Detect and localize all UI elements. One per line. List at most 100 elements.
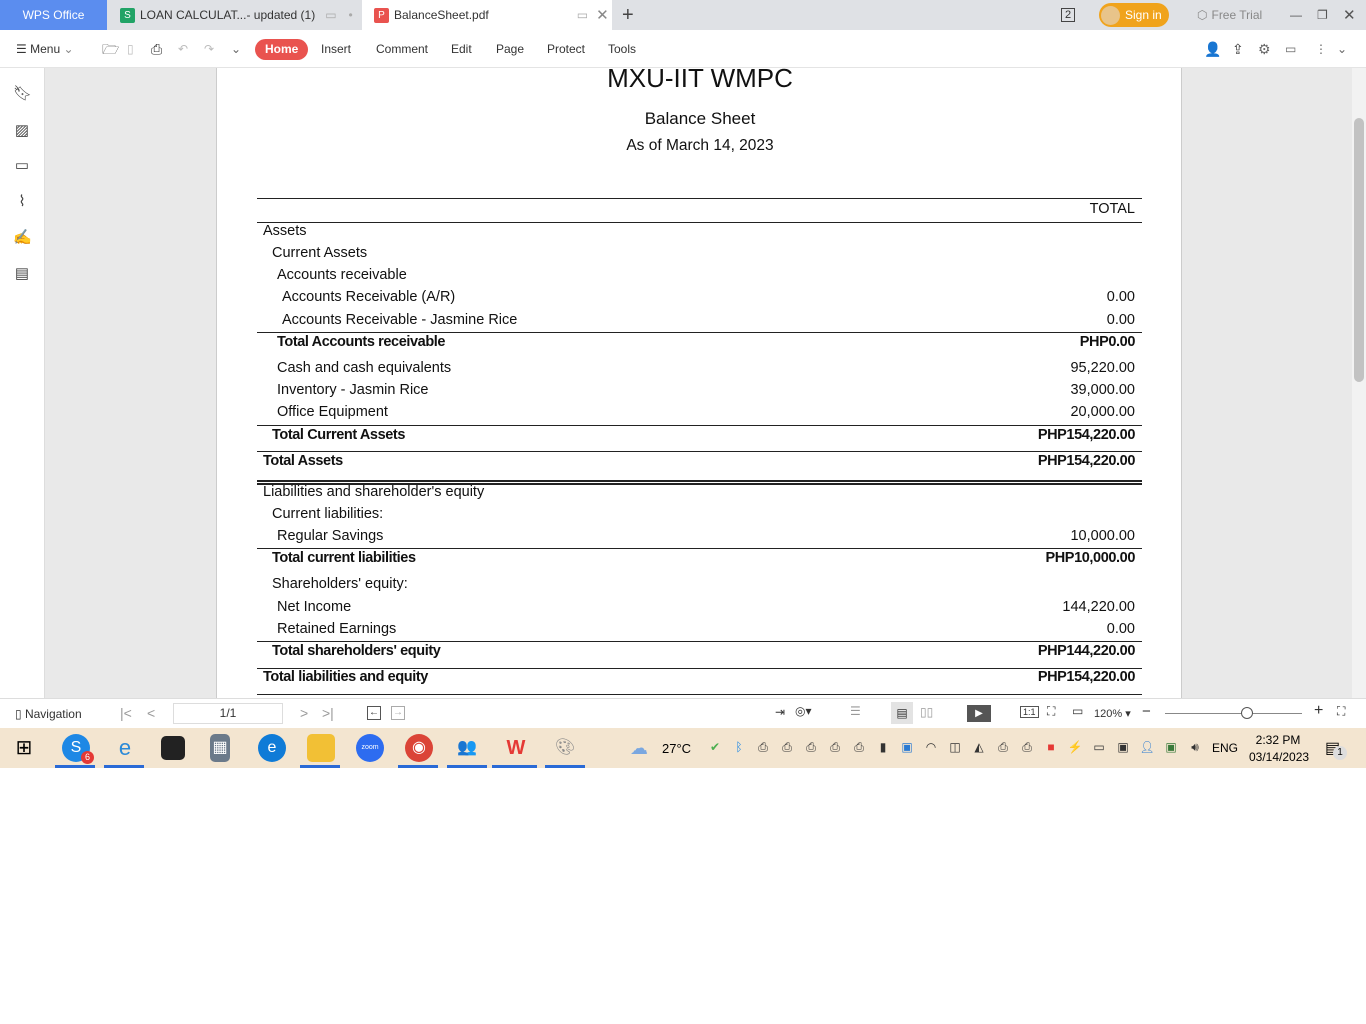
collapse-icon[interactable]: ⌄ [1337, 39, 1347, 60]
navigation-button[interactable]: ▯ Navigation [15, 707, 82, 721]
battery-icon[interactable]: ▭ [1091, 740, 1107, 756]
menu-page[interactable]: Page [496, 39, 524, 60]
menu-tools[interactable]: Tools [608, 39, 636, 60]
printer-icon[interactable]: ⎙ [827, 740, 843, 756]
comment-icon[interactable]: ▭ [13, 156, 31, 174]
scrollbar-thumb[interactable] [1354, 118, 1364, 382]
fullscreen-icon[interactable]: ⛶ [1337, 704, 1345, 719]
save-icon[interactable]: ▯ [127, 39, 134, 60]
sign-in-button[interactable]: Sign in [1099, 3, 1169, 27]
restore-button[interactable]: ❐ [1317, 0, 1328, 30]
sticky-notes-icon[interactable] [161, 736, 185, 760]
usb-icon[interactable]: ▮ [875, 740, 891, 756]
play-button[interactable]: ▶ [967, 705, 991, 722]
display-icon[interactable]: ▣ [1115, 740, 1131, 756]
tab-loan-calculator[interactable]: S LOAN CALCULAT...- updated (1) ▭ • [107, 0, 362, 30]
menu-home[interactable]: Home [255, 39, 309, 60]
paint-icon[interactable]: 🎨︎ [551, 734, 579, 762]
close-window-button[interactable]: ✕ [1343, 0, 1356, 30]
people-icon[interactable]: 👤︎ [1139, 740, 1155, 756]
fit-width-icon[interactable]: ▭ [1072, 704, 1083, 718]
eye-protection-icon[interactable]: ◎▾ [795, 704, 812, 718]
back-icon[interactable]: ← [367, 706, 381, 720]
clock[interactable]: 2:32 PM 03/14/2023 [1249, 732, 1309, 766]
minimize-button[interactable]: — [1290, 0, 1302, 30]
new-tab-button[interactable]: + [622, 0, 634, 30]
skype-icon[interactable]: S6 [62, 734, 94, 764]
printer-icon[interactable]: ⎙ [779, 740, 795, 756]
printer-icon[interactable]: ⎙ [803, 740, 819, 756]
signature-icon[interactable]: ✍ [13, 228, 32, 246]
file-explorer-icon[interactable] [307, 734, 335, 762]
language-indicator[interactable]: ENG [1212, 741, 1238, 755]
internet-explorer-icon[interactable]: e [111, 734, 139, 762]
close-tab-icon[interactable]: ✕ [596, 6, 609, 24]
camera-icon[interactable]: ◫ [947, 740, 963, 756]
tab-balancesheet[interactable]: P BalanceSheet.pdf ▭ ✕ [362, 0, 612, 30]
weather-icon[interactable]: ☁ [630, 738, 648, 759]
row-label: Regular Savings [277, 528, 384, 544]
network-app-icon[interactable]: 👥 [453, 734, 481, 762]
wps-taskbar-icon[interactable]: W [502, 734, 530, 762]
power-icon[interactable]: ⚡ [1067, 740, 1083, 756]
tab-wps-office[interactable]: WPS Office [0, 0, 107, 30]
forward-icon[interactable]: → [391, 706, 405, 720]
form-icon[interactable]: ▤ [13, 264, 31, 282]
exit-icon[interactable]: ⇥ [775, 705, 785, 719]
wifi-icon[interactable]: ◠ [923, 740, 939, 756]
last-page-icon[interactable]: >| [322, 705, 334, 721]
menu-button[interactable]: ☰ Menu ⌄ [16, 39, 74, 60]
calculator-icon[interactable]: ▦ [210, 734, 230, 762]
image-icon[interactable]: ▨ [13, 121, 31, 139]
edge-icon[interactable]: e [258, 734, 286, 762]
continuous-icon[interactable]: ☰ [850, 704, 861, 718]
share-user-icon[interactable]: 👤 [1204, 39, 1221, 60]
weather-temp[interactable]: 27°C [662, 741, 691, 756]
menu-comment[interactable]: Comment [376, 39, 428, 60]
bluetooth-icon[interactable]: ᛒ [731, 740, 747, 756]
volume-icon[interactable]: 🔊︎ [1187, 740, 1203, 756]
print-icon[interactable]: ⎙ [151, 39, 162, 60]
zoom-slider-handle[interactable] [1241, 707, 1254, 719]
free-trial-button[interactable]: ⬡ Free Trial [1197, 0, 1262, 30]
zoom-out-button[interactable]: − [1142, 703, 1151, 720]
redo-icon[interactable]: ↷ [204, 39, 214, 60]
fit-page-icon[interactable]: ⛶ [1047, 704, 1055, 719]
notification-icon[interactable]: ▤ 1 [1325, 738, 1347, 760]
device-icon[interactable]: ◭ [971, 740, 987, 756]
menu-edit[interactable]: Edit [451, 39, 472, 60]
open-icon[interactable]: 🗁 [102, 39, 119, 60]
next-page-icon[interactable]: > [300, 705, 308, 721]
zoom-in-button[interactable]: + [1314, 702, 1323, 720]
printer-icon[interactable]: ⎙ [755, 740, 771, 756]
menu-protect[interactable]: Protect [547, 39, 585, 60]
page-input[interactable]: 1/1 [173, 703, 283, 724]
bookmark-icon[interactable]: 🔖︎ [13, 84, 32, 102]
app-icon[interactable]: ▣ [1163, 740, 1179, 756]
chrome-icon[interactable]: ◉ [405, 734, 433, 762]
more-vertical-icon[interactable]: ⋮ [1315, 39, 1327, 60]
more-icon[interactable]: ⌄ [231, 39, 241, 60]
printer-icon[interactable]: ⎙ [995, 740, 1011, 756]
undo-icon[interactable]: ↶ [178, 39, 188, 60]
app-icon[interactable]: ■ [1043, 740, 1059, 756]
prev-page-icon[interactable]: < [147, 705, 155, 721]
share-icon[interactable]: ⇪ [1232, 39, 1244, 60]
network-icon[interactable]: ▣ [899, 740, 915, 756]
printer-icon[interactable]: ⎙ [851, 740, 867, 756]
printer-icon[interactable]: ⎙ [1019, 740, 1035, 756]
zoom-slider[interactable] [1165, 713, 1302, 714]
actual-size-icon[interactable]: 1:1 [1020, 706, 1039, 718]
comment-icon[interactable]: ▭ [1285, 39, 1296, 60]
single-page-icon[interactable]: ▤ [891, 702, 913, 724]
double-page-icon[interactable]: ▯▯ [920, 705, 933, 719]
windows-start-icon[interactable]: ⊞ [10, 734, 38, 762]
zoom-select[interactable]: 120% ▾ [1094, 707, 1131, 720]
attachment-icon[interactable]: ⌇ [13, 192, 31, 210]
first-page-icon[interactable]: |< [120, 705, 132, 721]
menu-insert[interactable]: Insert [321, 39, 351, 60]
settings-icon[interactable]: ⚙ [1258, 39, 1271, 60]
window-count[interactable]: 2 [1061, 0, 1076, 30]
security-icon[interactable]: ✔ [707, 740, 723, 756]
zoom-app-icon[interactable]: zoom [356, 734, 384, 762]
